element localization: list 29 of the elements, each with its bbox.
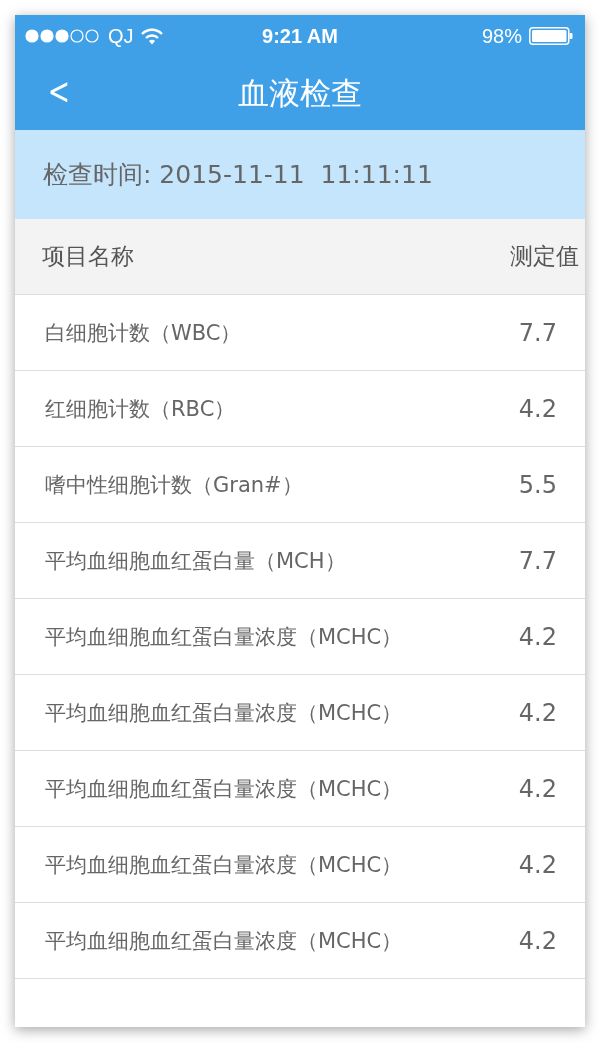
status-time: 9:21 AM <box>262 24 338 48</box>
item-name: 平均血细胞血红蛋白量浓度（MCHC） <box>45 699 403 727</box>
item-value: 5.5 <box>518 470 557 499</box>
item-name: 平均血细胞血红蛋白量浓度（MCHC） <box>45 927 403 955</box>
column-header: 项目名称 <box>42 242 134 271</box>
item-name: 平均血细胞血红蛋白量浓度（MCHC） <box>45 623 403 651</box>
item-name: 平均血细胞血红蛋白量浓度（MCHC） <box>45 775 403 803</box>
item-name: 平均血细胞血红蛋白量（MCH） <box>45 547 346 575</box>
item-name: 平均血细胞血红蛋白量浓度（MCHC） <box>45 851 403 879</box>
signal-icon <box>25 29 101 43</box>
item-value: 4.2 <box>518 394 557 423</box>
battery-percent: 98% <box>481 24 522 48</box>
item-name: 红细胞计数（RBC） <box>45 395 236 423</box>
column-header: 测定值 <box>510 242 579 271</box>
item-name: 白细胞计数（WBC） <box>45 319 242 347</box>
item-value: 7.7 <box>518 318 557 347</box>
item-value: 7.7 <box>518 546 557 575</box>
page-title: 血液检查 <box>238 73 362 113</box>
wifi-icon <box>140 27 163 45</box>
back-button[interactable]: < <box>43 71 75 111</box>
item-value: 4.2 <box>518 926 557 955</box>
battery-icon <box>529 27 573 45</box>
item-value: 4.2 <box>518 698 557 727</box>
item-name: 嗜中性细胞计数（Gran#） <box>45 471 303 499</box>
item-value: 4.2 <box>518 850 557 879</box>
check-time: 检查时间: 2015-11-11 11:11:11 <box>43 159 433 191</box>
item-value: 4.2 <box>518 622 557 651</box>
carrier-name: QJ <box>108 24 134 48</box>
item-value: 4.2 <box>518 774 557 803</box>
